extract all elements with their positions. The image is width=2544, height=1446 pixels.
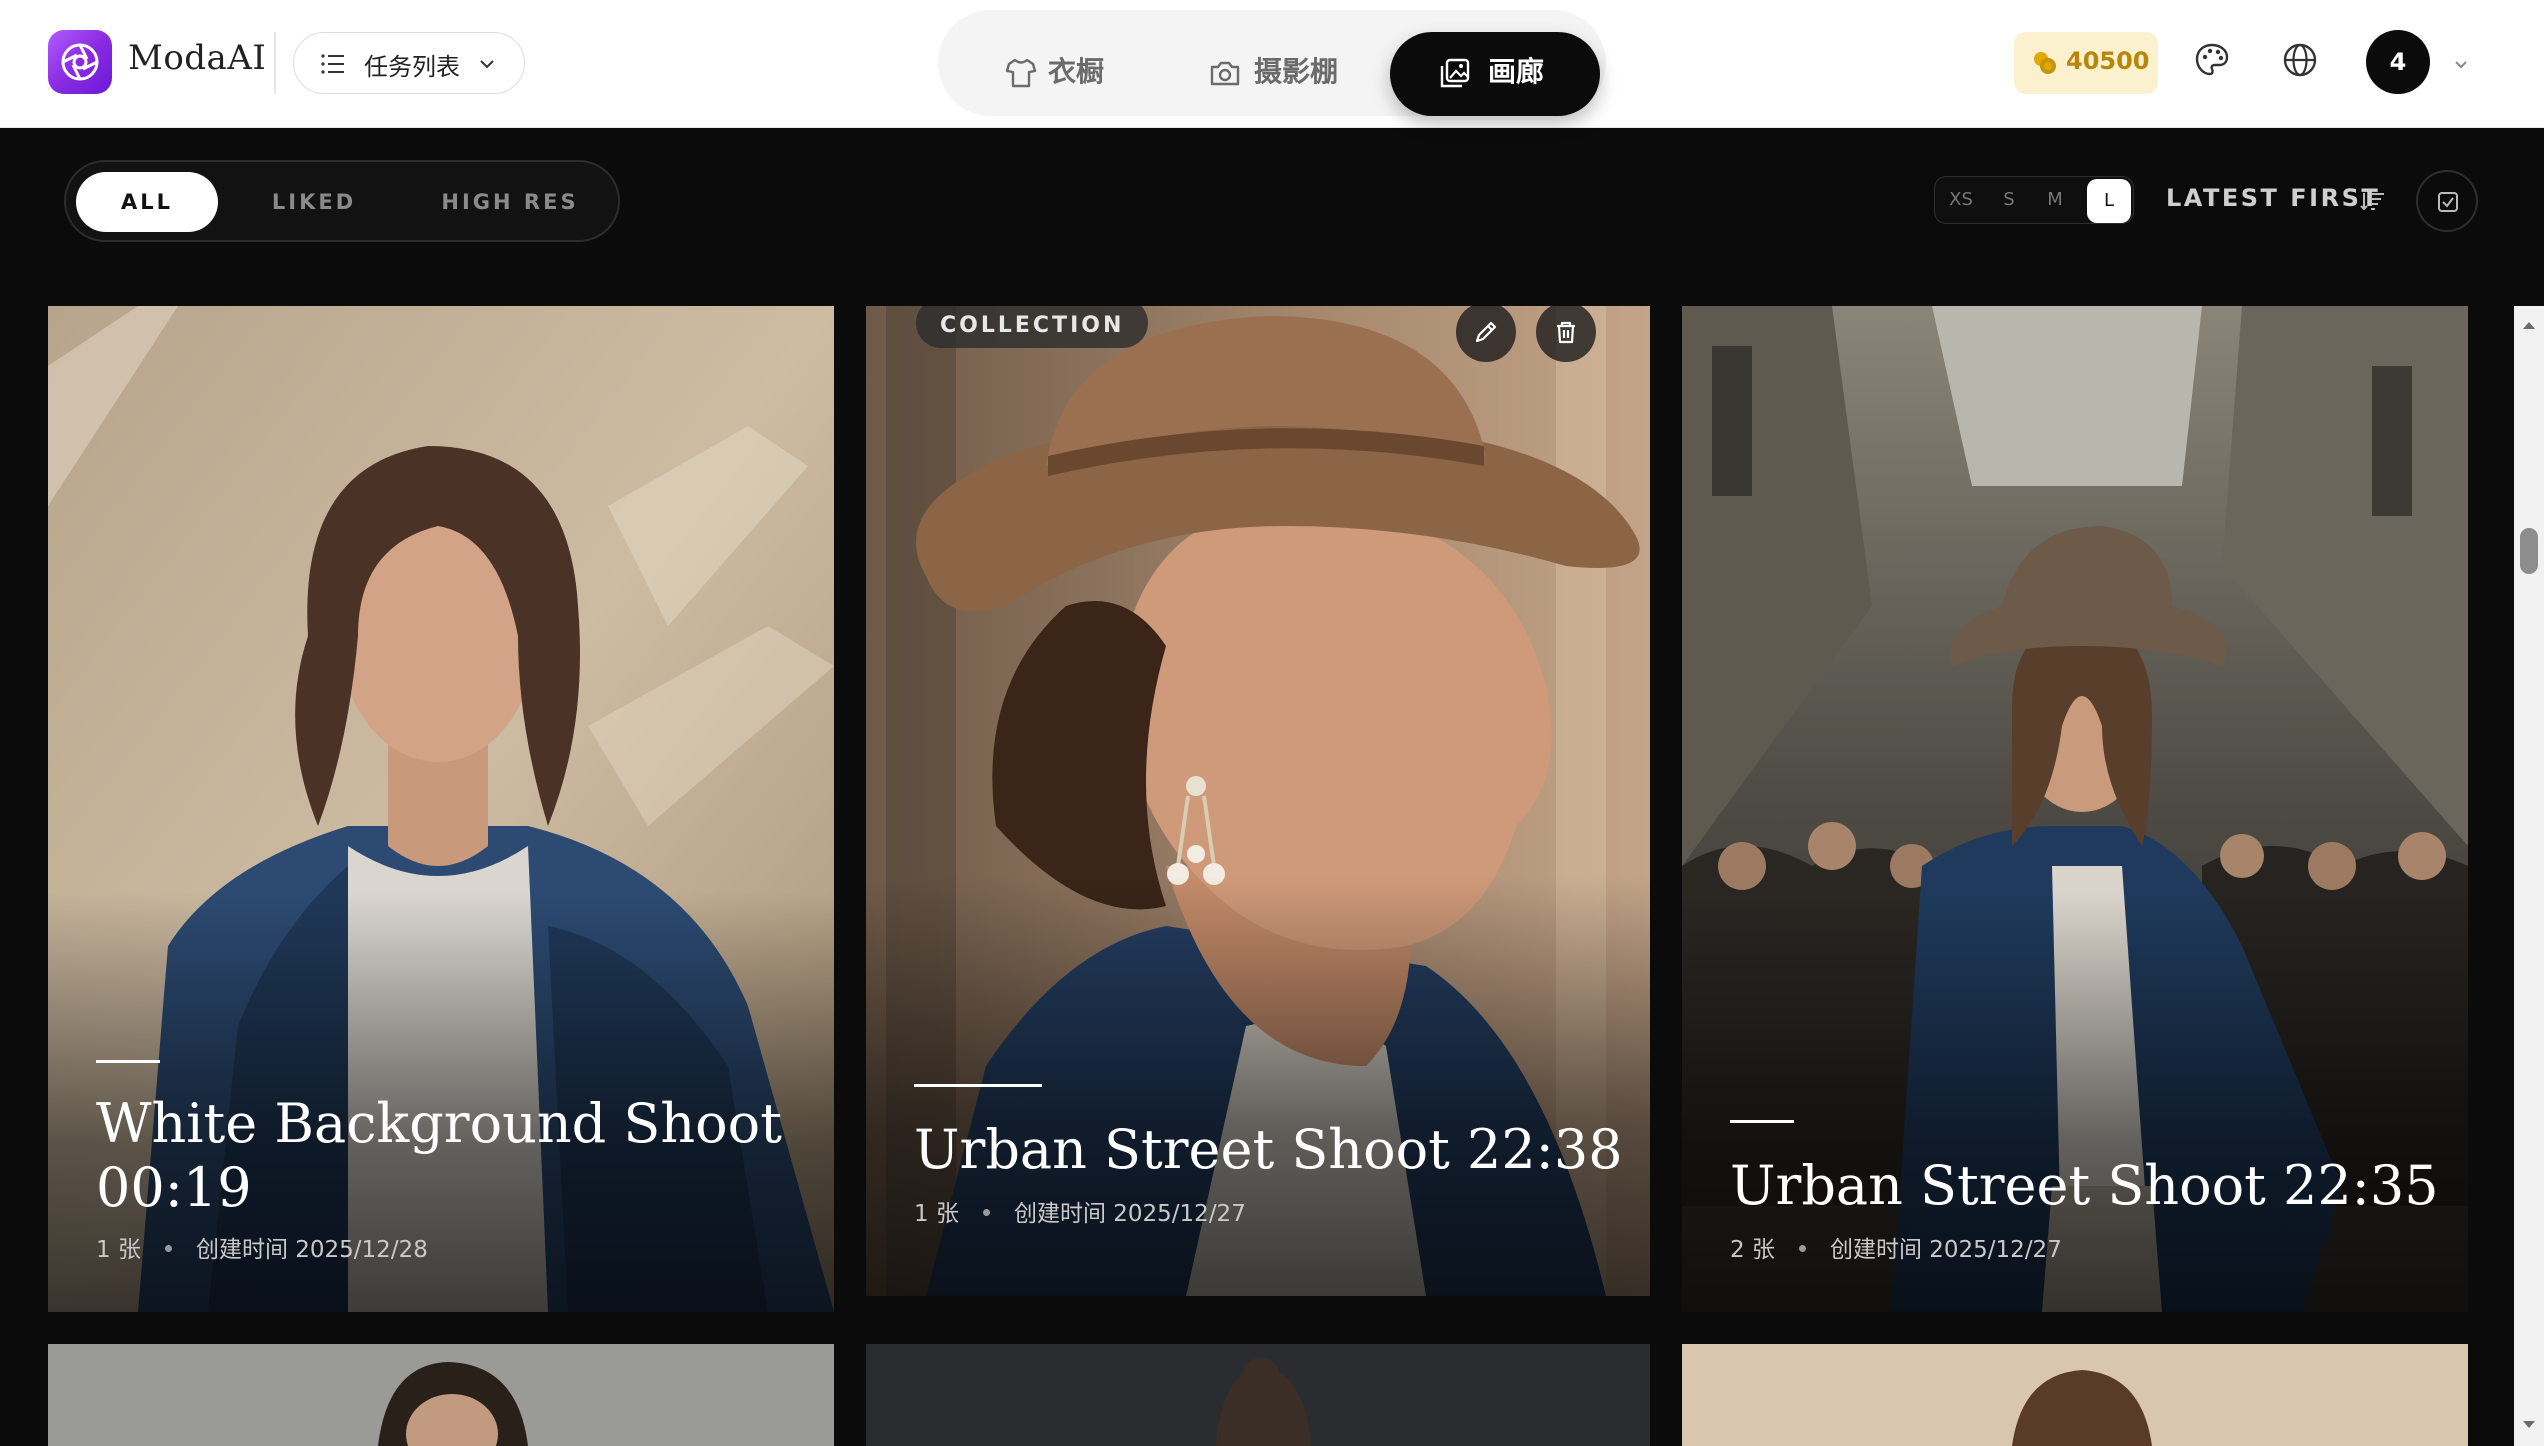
created-date: 创建时间 2025/12/27 [1829,1237,2062,1263]
gallery-card[interactable]: Urban Street Shoot 22:35 2 张 创建时间 2025/12… [1682,306,2468,1312]
card-meta: 2 张 创建时间 2025/12/27 [1730,1230,2062,1264]
size-xs[interactable]: XS [1939,177,1983,223]
gallery-card[interactable] [1682,1344,2468,1446]
meta-separator [1798,1245,1806,1252]
title-accent-line [914,1084,1042,1087]
card-title: Urban Street Shoot 22:35 [1730,1154,2439,1217]
pencil-icon [1475,321,1497,343]
aperture-icon [61,43,99,81]
coins-icon [2034,52,2056,74]
tab-gallery[interactable]: 画廊 [1390,32,1600,116]
task-list-label: 任务列表 [364,53,460,81]
collection-badge: COLLECTION [916,306,1149,348]
chevron-down-icon[interactable] [2450,54,2472,76]
filter-liked[interactable]: LIKED [244,172,384,232]
size-m[interactable]: M [2033,177,2077,223]
credits-count: 40500 [2066,47,2150,75]
palette-icon[interactable] [2194,42,2230,78]
image-count: 2 张 [1730,1237,1775,1263]
camera-icon [1210,61,1240,86]
list-icon [321,54,344,74]
meta-separator [164,1245,172,1252]
card-title: Urban Street Shoot 22:38 [914,1118,1623,1181]
tab-wardrobe[interactable]: 衣橱 [990,32,1160,116]
tab-gallery-label: 画廊 [1488,55,1545,88]
tab-studio[interactable]: 摄影棚 [1196,32,1396,116]
card-meta: 1 张 创建时间 2025/12/27 [914,1194,1246,1228]
task-list-dropdown[interactable]: 任务列表 [293,32,525,94]
globe-icon[interactable] [2282,42,2318,78]
thumbnail-size-selector: XS S M L [1934,176,2134,224]
modaai-logo[interactable] [48,30,112,94]
created-date: 创建时间 2025/12/27 [1013,1201,1246,1227]
header-divider [274,32,276,94]
gallery-card[interactable] [48,1344,834,1446]
gallery-card[interactable]: White Background Shoot 00:19 1 张 创建时间 202… [48,306,834,1312]
sort-dropdown[interactable]: LATEST FIRST [2166,184,2380,212]
scrollbar[interactable] [2514,306,2544,1446]
title-accent-line [96,1060,160,1063]
brand-name: ModaAI [128,38,267,78]
photo-thumbnail [866,1344,1650,1446]
gallery-icon [1440,58,1470,88]
credits-badge[interactable]: 40500 [2014,32,2158,94]
chevron-down-icon [480,60,494,69]
card-title: White Background Shoot 00:19 [96,1092,782,1219]
shirt-icon [1005,58,1037,88]
created-date: 创建时间 2025/12/28 [195,1237,428,1263]
gallery-card[interactable] [866,1344,1650,1446]
photo-thumbnail [48,1344,834,1446]
trash-icon [1557,321,1575,344]
meta-separator [982,1209,990,1216]
select-mode-button[interactable] [2416,170,2478,232]
title-accent-line [1730,1120,1794,1123]
image-count: 1 张 [96,1237,141,1263]
checkbox-icon [2438,192,2458,212]
scroll-up-arrow-icon[interactable] [2520,318,2538,332]
image-count: 1 张 [914,1201,959,1227]
size-s[interactable]: S [1987,177,2031,223]
top-header: ModaAI 任务列表 衣橱 摄影棚 画廊 40500 4 [0,0,2544,128]
gallery-filter-tabs: ALL LIKED HIGH RES [64,160,620,242]
gallery-card[interactable]: COLLECTION Urban Street Shoot 22:38 1 张 创… [866,306,1650,1296]
card-meta: 1 张 创建时间 2025/12/28 [96,1230,428,1264]
photo-thumbnail [1682,1344,2468,1446]
size-l[interactable]: L [2087,179,2131,223]
scroll-down-arrow-icon[interactable] [2520,1418,2538,1432]
main-nav: 衣橱 摄影棚 画廊 [938,10,1606,116]
tab-studio-label: 摄影棚 [1254,55,1339,88]
sort-icon[interactable] [2360,188,2386,214]
tab-wardrobe-label: 衣橱 [1048,55,1105,88]
filter-all[interactable]: ALL [76,172,218,232]
scrollbar-thumb[interactable] [2520,528,2538,574]
filter-high-res[interactable]: HIGH RES [420,172,600,232]
user-avatar[interactable]: 4 [2366,30,2430,94]
